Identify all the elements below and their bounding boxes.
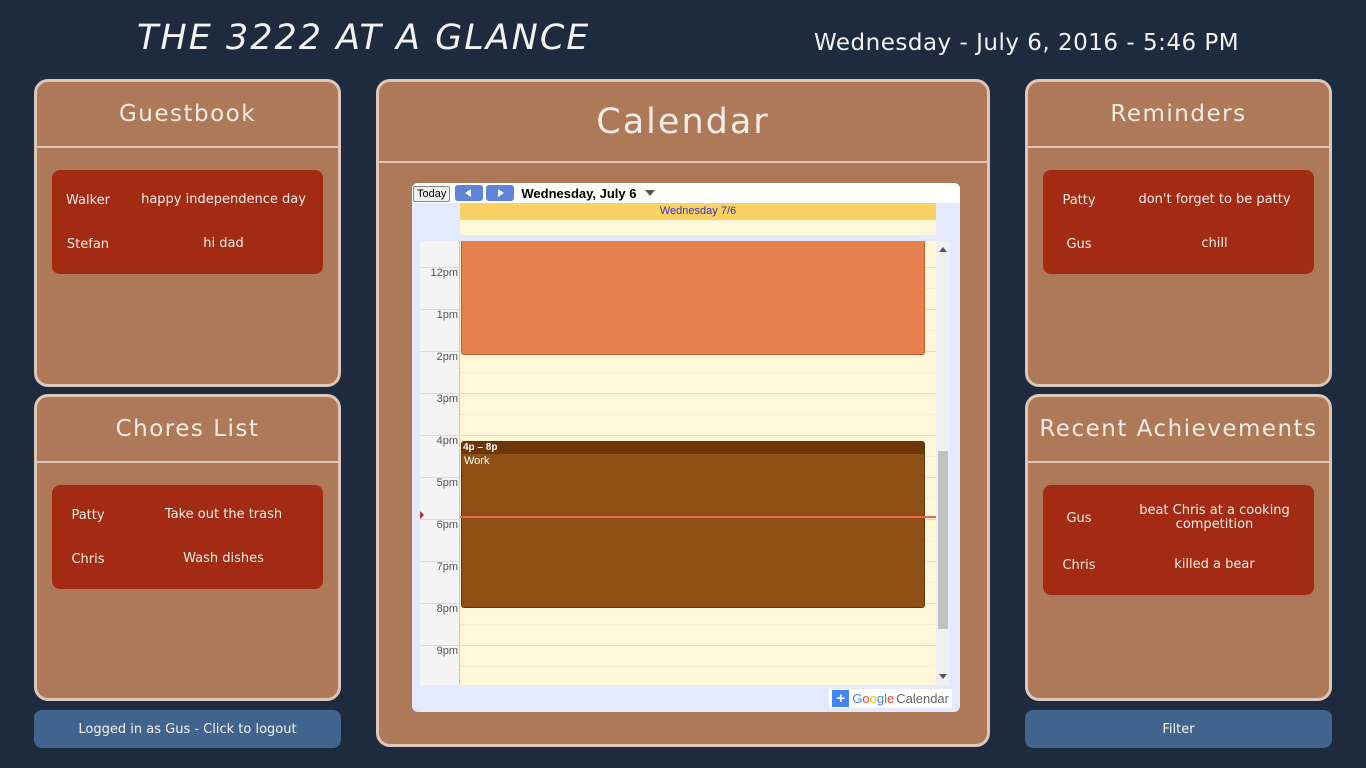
half-hour-gridline xyxy=(460,666,936,667)
list-item: Stefan hi dad xyxy=(52,222,323,266)
entry-name: Walker xyxy=(65,192,110,208)
scroll-down-icon[interactable] xyxy=(939,674,947,679)
reminder-message: don't forget to be patty xyxy=(1138,192,1291,207)
half-hour-gridline xyxy=(460,624,936,625)
logout-button[interactable]: Logged in as Gus - Click to logout xyxy=(34,710,341,748)
half-hour-gridline xyxy=(460,372,936,373)
next-day-button[interactable] xyxy=(486,185,515,201)
chore-assignee: Patty xyxy=(71,507,105,523)
list-item: Walker happy independence day xyxy=(52,178,323,222)
scroll-up-icon[interactable] xyxy=(939,247,947,252)
calendar-time-grid[interactable]: 12pm 1pm 2pm 3pm 4pm 5pm 6pm 7pm 8pm 9pm 4p – 8p … xyxy=(420,241,936,685)
chores-card: Patty Take out the trash Chris Wash dish… xyxy=(52,485,323,589)
list-item: Gus chill xyxy=(1043,222,1314,266)
event-title: Work xyxy=(464,455,490,467)
scrollbar-thumb[interactable] xyxy=(938,451,948,629)
site-title: THE 3222 AT A GLANCE xyxy=(137,18,591,58)
achievements-title: Recent Achievements xyxy=(1028,397,1329,463)
reminder-name: Gus xyxy=(1066,236,1092,252)
entry-message: hi dad xyxy=(203,236,244,251)
half-hour-gridline xyxy=(460,414,936,415)
hour-label: 2pm xyxy=(436,351,458,363)
plus-icon: + xyxy=(832,690,850,707)
hour-label: 9pm xyxy=(436,645,458,657)
entry-message: happy independence day xyxy=(141,192,306,207)
achievement-message: beat Chris at a cooking competition xyxy=(1139,503,1290,532)
list-item: Chris Wash dishes xyxy=(52,537,323,581)
calendar-toolbar: Today Wednesday, July 6 xyxy=(412,183,960,203)
time-gutter xyxy=(420,241,460,685)
hour-label: 6pm xyxy=(436,519,458,531)
reminder-message: chill xyxy=(1201,236,1228,251)
prev-day-button[interactable] xyxy=(455,185,484,201)
list-item: Gus beat Chris at a cooking competition xyxy=(1043,493,1314,543)
hour-label: 1pm xyxy=(436,309,458,321)
hour-label: 5pm xyxy=(436,477,458,489)
chore-assignee: Chris xyxy=(71,551,105,567)
chore-task: Take out the trash xyxy=(164,507,283,522)
google-calendar-widget: Today Wednesday, July 6 Wednesday 7/6 12… xyxy=(412,183,960,712)
hour-label: 4pm xyxy=(436,435,458,447)
calendar-event-work[interactable]: 4p – 8p Work xyxy=(461,441,925,608)
hour-gridline xyxy=(420,435,936,436)
chore-task: Wash dishes xyxy=(183,551,264,566)
hour-label: 3pm xyxy=(436,393,458,405)
calendar-brand-text: Calendar xyxy=(896,691,949,706)
guestbook-title: Guestbook xyxy=(37,82,338,148)
calendar-current-date: Wednesday, July 6 xyxy=(521,185,637,201)
event-time: 4p – 8p xyxy=(462,442,924,454)
current-time-marker xyxy=(420,511,424,519)
current-datetime: Wednesday - July 6, 2016 - 5:46 PM xyxy=(814,30,1240,56)
achievement-name: Chris xyxy=(1062,557,1096,573)
hour-label: 8pm xyxy=(436,603,458,615)
hour-label: 7pm xyxy=(436,561,458,573)
day-header[interactable]: Wednesday 7/6 xyxy=(460,203,936,220)
guestbook-panel: Guestbook Walker happy independence day … xyxy=(34,79,341,387)
entry-name: Stefan xyxy=(66,236,110,252)
reminder-name: Patty xyxy=(1062,192,1096,208)
reminders-card: Patty don't forget to be patty Gus chill xyxy=(1043,170,1314,274)
list-item: Patty don't forget to be patty xyxy=(1043,178,1314,222)
all-day-row[interactable] xyxy=(460,220,936,235)
achievement-message: killed a bear xyxy=(1174,557,1255,572)
achievement-name: Gus xyxy=(1066,510,1092,526)
hour-gridline xyxy=(420,645,936,646)
calendar-panel: Calendar Today Wednesday, July 6 Wednesd… xyxy=(376,79,990,747)
hour-label: 12pm xyxy=(430,267,458,279)
list-item: Chris killed a bear xyxy=(1043,543,1314,587)
chores-panel: Chores List Patty Take out the trash Chr… xyxy=(34,394,341,701)
calendar-scrollbar[interactable] xyxy=(936,241,950,685)
google-calendar-link[interactable]: + Google Calendar xyxy=(829,689,952,708)
chores-title: Chores List xyxy=(37,397,338,463)
today-button[interactable]: Today xyxy=(413,186,451,202)
achievements-card: Gus beat Chris at a cooking competition … xyxy=(1043,485,1314,595)
list-item: Patty Take out the trash xyxy=(52,493,323,537)
achievements-panel: Recent Achievements Gus beat Chris at a … xyxy=(1025,394,1332,701)
guestbook-card: Walker happy independence day Stefan hi … xyxy=(52,170,323,274)
calendar-event-morning[interactable] xyxy=(461,241,925,355)
chevron-down-icon[interactable] xyxy=(645,190,656,196)
reminders-title: Reminders xyxy=(1028,82,1329,148)
hour-gridline xyxy=(420,393,936,394)
current-time-line xyxy=(460,516,936,518)
calendar-title: Calendar xyxy=(379,82,987,163)
filter-button[interactable]: Filter xyxy=(1025,710,1332,748)
reminders-panel: Reminders Patty don't forget to be patty… xyxy=(1025,79,1332,387)
google-logo-text: Google xyxy=(852,691,895,706)
